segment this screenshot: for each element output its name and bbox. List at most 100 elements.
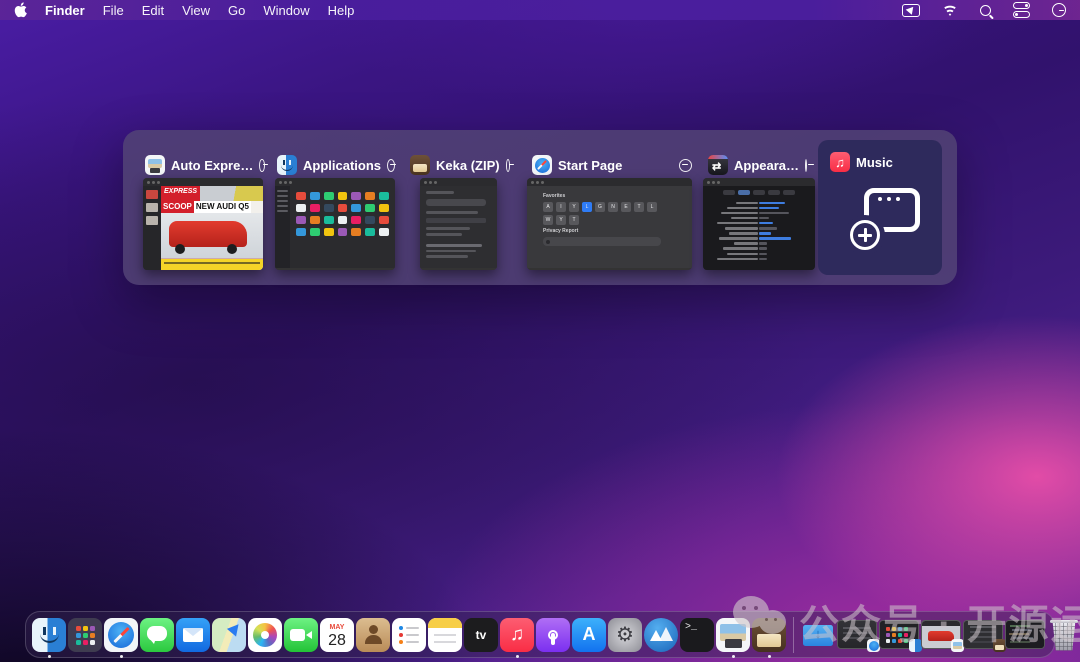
menu-file[interactable]: File (103, 3, 124, 18)
window-thumbnail-keka (420, 178, 497, 270)
screen-mirroring-icon[interactable] (902, 4, 920, 17)
preview-app-icon (145, 155, 165, 175)
spotlight-search-icon[interactable] (980, 5, 991, 16)
favorite-tile: T (634, 202, 644, 212)
dock-downloads-folder-icon[interactable] (801, 618, 835, 652)
dock-minimized-window-safari[interactable] (837, 620, 877, 649)
magazine-headline-scoop: SCOOP (161, 201, 194, 213)
clock-icon[interactable] (1052, 3, 1066, 17)
favorites-label: Favorites (543, 193, 692, 199)
dock-messages-icon[interactable] (140, 618, 174, 652)
magazine-car-photo (161, 213, 263, 258)
switcher-item-label: Start Page (558, 158, 622, 173)
close-window-button[interactable] (805, 159, 807, 172)
favorite-tile: A (543, 202, 553, 212)
dock-trash-icon[interactable] (1049, 618, 1079, 652)
dock-facetime-icon[interactable] (284, 618, 318, 652)
music-app-icon: ♫ (830, 152, 850, 172)
switcher-item-label: Music (856, 155, 893, 170)
switcher-item-applications[interactable]: Applications (277, 155, 395, 175)
dock-preview-icon[interactable] (716, 618, 750, 652)
dock-music-icon[interactable]: ♫ (500, 618, 534, 652)
favorite-tile: W (543, 215, 553, 225)
calendar-month: MAY (330, 624, 345, 632)
tv-label: tv (476, 628, 487, 642)
magazine-headline-audi: NEW AUDI Q5 (194, 201, 251, 213)
window-thumbnail-appearance (703, 178, 815, 270)
switcher-item-keka[interactable]: Keka (ZIP) (410, 155, 510, 175)
dock-notes-icon[interactable] (428, 618, 462, 652)
dock-minimized-window-code[interactable] (1005, 620, 1045, 649)
dock-calendar-icon[interactable]: MAY 28 (320, 618, 354, 652)
favorite-tile: E (621, 202, 631, 212)
dock: MAY 28 tv ♫ A ⚙ >_ (25, 611, 1055, 658)
running-indicator (732, 655, 735, 658)
dock-keka-icon[interactable] (752, 618, 786, 652)
menu-edit[interactable]: Edit (142, 3, 164, 18)
running-indicator (48, 655, 51, 658)
music-note-glyph: ♫ (510, 624, 524, 646)
favorite-tile: G (595, 202, 605, 212)
dock-separator (793, 617, 794, 653)
dock-terminal-icon[interactable]: >_ (680, 618, 714, 652)
window-thumbnail-applications (275, 178, 395, 270)
switcher-item-label: Appeara… (734, 158, 799, 173)
switcher-item-auto-express[interactable]: Auto Expre… EXPRESS SCOOPNEW AUDI Q5 (145, 155, 265, 175)
dock-system-preferences-icon[interactable]: ⚙ (608, 618, 642, 652)
favorite-tile: Y (556, 215, 566, 225)
running-indicator (516, 655, 519, 658)
menu-app-name[interactable]: Finder (45, 3, 85, 18)
dock-safari-icon[interactable] (104, 618, 138, 652)
dock-minimized-window-preview[interactable] (921, 620, 961, 649)
dock-mail-icon[interactable] (176, 618, 210, 652)
calendar-day: 28 (328, 632, 346, 649)
menu-go[interactable]: Go (228, 3, 245, 18)
dock-maps-icon[interactable] (212, 618, 246, 652)
running-indicator (768, 655, 771, 658)
dock-contacts-icon[interactable] (356, 618, 390, 652)
privacy-report-bar (543, 237, 661, 246)
switcher-item-start-page[interactable]: Start Page Favorites A I Y L G N E T (532, 155, 692, 175)
menu-status-area (902, 2, 1066, 18)
magazine-masthead: EXPRESS (161, 186, 200, 201)
switcher-item-appearance[interactable]: Appeara… (708, 155, 800, 175)
switcher-item-music-selected[interactable]: ♫ Music (818, 140, 942, 275)
gear-glyph: ⚙ (616, 622, 634, 647)
menu-window[interactable]: Window (263, 3, 309, 18)
finder-app-icon (277, 155, 297, 175)
wifi-icon[interactable] (942, 4, 958, 16)
dock-minimized-window-keka[interactable] (963, 620, 1003, 649)
desktop: Finder File Edit View Go Window Help Aut… (0, 0, 1080, 662)
alttab-app-icon (708, 155, 728, 175)
menu-bar: Finder File Edit View Go Window Help (0, 0, 1080, 20)
privacy-report-label: Privacy Report (543, 228, 692, 234)
control-center-icon[interactable] (1013, 2, 1030, 18)
app-switcher-panel: Auto Expre… EXPRESS SCOOPNEW AUDI Q5 (123, 130, 957, 285)
menu-view[interactable]: View (182, 3, 210, 18)
favorite-tile: Y (569, 202, 579, 212)
dock-tv-icon[interactable]: tv (464, 618, 498, 652)
terminal-glyph: >_ (685, 622, 697, 633)
dock-reminders-icon[interactable] (392, 618, 426, 652)
dock-mountain-app-icon[interactable] (644, 618, 678, 652)
menu-help[interactable]: Help (328, 3, 355, 18)
dock-minimized-window-finder[interactable] (879, 620, 919, 649)
close-window-button[interactable] (387, 159, 395, 172)
switcher-item-label: Keka (ZIP) (436, 158, 500, 173)
window-thumbnail-auto-express: EXPRESS SCOOPNEW AUDI Q5 (143, 178, 263, 270)
apple-menu-icon[interactable] (14, 2, 27, 18)
favorite-tile: L (582, 202, 592, 212)
keka-app-icon (410, 155, 430, 175)
safari-app-icon (532, 155, 552, 175)
close-window-button[interactable] (259, 159, 265, 172)
switcher-item-label: Applications (303, 158, 381, 173)
dock-launchpad-icon[interactable] (68, 618, 102, 652)
dock-photos-icon[interactable] (248, 618, 282, 652)
dock-appstore-icon[interactable]: A (572, 618, 606, 652)
dock-finder-icon[interactable] (32, 618, 66, 652)
window-thumbnail-start-page: Favorites A I Y L G N E T L W Y (527, 178, 692, 270)
favorite-tile: N (608, 202, 618, 212)
close-window-button[interactable] (679, 159, 692, 172)
dock-podcasts-icon[interactable] (536, 618, 570, 652)
close-window-button[interactable] (506, 159, 510, 172)
